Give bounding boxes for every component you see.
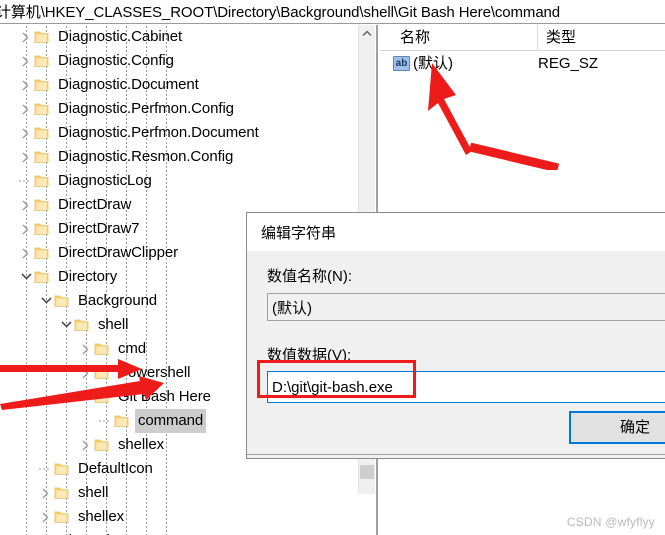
address-bar[interactable]: 计算机\HKEY_CLASSES_ROOT\Directory\Backgrou… [0,0,665,24]
tree-leaf-connector [18,169,34,193]
tree-item-diagnostic-document[interactable]: Diagnostic.Document [0,73,358,97]
tree-item-diagnostic-resmon-config[interactable]: Diagnostic.Resmon.Config [0,145,358,169]
value-data-label: 数值数据(V): [267,347,352,364]
folder-icon [94,390,110,404]
folder-icon [54,294,70,308]
tree-item-label: shellex [118,436,164,453]
tree-item-label: shellex [78,508,124,525]
tree-item-diagnostic-perfmon-document[interactable]: Diagnostic.Perfmon.Document [0,121,358,145]
tree-item-shell[interactable]: shell [0,481,358,505]
folder-icon [34,78,50,92]
tree-item-label: Diagnostic.Perfmon.Document [58,124,259,141]
dialog-title: 编辑字符串 [261,225,337,242]
value-name-cell: (默认) [413,55,453,72]
chevron-right-icon[interactable] [18,529,34,535]
folder-icon [34,246,50,260]
folder-icon [74,318,90,332]
chevron-right-icon[interactable] [18,145,34,169]
chevron-down-icon[interactable] [18,265,34,289]
tree-item-label: command [135,409,207,433]
tree-item-label: DirectDraw [58,196,132,213]
ab-string-icon: ab [393,56,410,71]
tree-item-label: shell [78,484,109,501]
tree-item-label: Diagnostic.Document [58,76,199,93]
folder-icon [94,438,110,452]
chevron-right-icon[interactable] [18,73,34,97]
folder-icon [94,342,110,356]
tree-item-label: shell [98,316,129,333]
tree-item-diagnostic-cabinet[interactable]: Diagnostic.Cabinet [0,25,358,49]
value-name-input[interactable] [267,293,665,321]
folder-icon [34,54,50,68]
folder-icon [34,222,50,236]
value-data-input[interactable] [267,371,665,403]
chevron-down-icon[interactable] [38,289,54,313]
chevron-right-icon[interactable] [18,97,34,121]
chevron-right-icon[interactable] [38,505,54,529]
edit-string-dialog: 编辑字符串 数值名称(N): 数值数据(V): 确定 [246,212,665,459]
column-header-type[interactable]: 类型 [537,25,665,50]
chevron-right-icon[interactable] [38,481,54,505]
chevron-right-icon[interactable] [78,337,94,361]
registry-path-text: 计算机\HKEY_CLASSES_ROOT\Directory\Backgrou… [0,4,561,21]
folder-icon [34,198,50,212]
ok-button[interactable]: 确定 [569,411,665,444]
chevron-down-icon[interactable] [58,313,74,337]
chevron-right-icon[interactable] [18,217,34,241]
folder-icon [34,150,50,164]
chevron-right-icon[interactable] [18,241,34,265]
tree-item-label: Background [78,292,158,309]
value-type-cell: REG_SZ [538,55,599,72]
chevron-right-icon[interactable] [18,49,34,73]
table-row[interactable]: ab (默认) REG_SZ [380,53,665,77]
chevron-right-icon[interactable] [78,433,94,457]
folder-icon [34,30,50,44]
watermark: CSDN @wfyflyy [566,515,655,529]
chevron-right-icon[interactable] [18,121,34,145]
chevron-right-icon[interactable] [18,193,34,217]
tree-item-label: DefaultIcon [78,460,153,477]
folder-icon [54,510,70,524]
tree-item-shellex[interactable]: shellex [0,505,358,529]
dialog-titlebar: 编辑字符串 [247,213,665,251]
tree-item-label: DirectDrawClipper [58,244,178,261]
tree-item-directshow[interactable]: DirectShow [0,529,358,535]
list-column-headers: 名称 类型 [380,25,665,51]
tree-item-label: DirectDraw7 [58,220,140,237]
tree-leaf-connector [98,409,114,433]
tree-item-label: Powershell [118,364,191,381]
tree-item-diagnostic-config[interactable]: Diagnostic.Config [0,49,358,73]
folder-icon [34,174,50,188]
folder-icon [54,486,70,500]
tree-item-label: cmd [118,340,147,357]
tree-item-label: DiagnosticLog [58,172,152,189]
folder-icon [54,462,70,476]
folder-icon [114,414,130,428]
value-name-label: 数值名称(N): [267,268,352,285]
tree-leaf-connector [38,457,54,481]
dialog-divider [247,454,665,455]
folder-icon [34,102,50,116]
tree-item-label: Directory [58,268,118,285]
folder-icon [34,126,50,140]
column-header-name[interactable]: 名称 [392,25,537,50]
scroll-up-arrow-icon[interactable] [359,25,375,42]
tree-item-label: Diagnostic.Config [58,52,174,69]
tree-item-label: Git Bash Here [118,388,211,405]
chevron-right-icon[interactable] [78,361,94,385]
chevron-down-icon[interactable] [78,385,94,409]
tree-item-label: Diagnostic.Cabinet [58,28,183,45]
folder-icon [94,366,110,380]
tree-item-diagnosticlog[interactable]: DiagnosticLog [0,169,358,193]
tree-item-label: Diagnostic.Resmon.Config [58,148,234,165]
tree-item-label: Diagnostic.Perfmon.Config [58,100,234,117]
tree-item-defaulticon[interactable]: DefaultIcon [0,457,358,481]
chevron-right-icon[interactable] [18,25,34,49]
tree-item-diagnostic-perfmon-config[interactable]: Diagnostic.Perfmon.Config [0,97,358,121]
scroll-thumb[interactable] [360,465,374,479]
folder-icon [34,270,50,284]
tree-item-label: DirectShow [55,529,137,535]
